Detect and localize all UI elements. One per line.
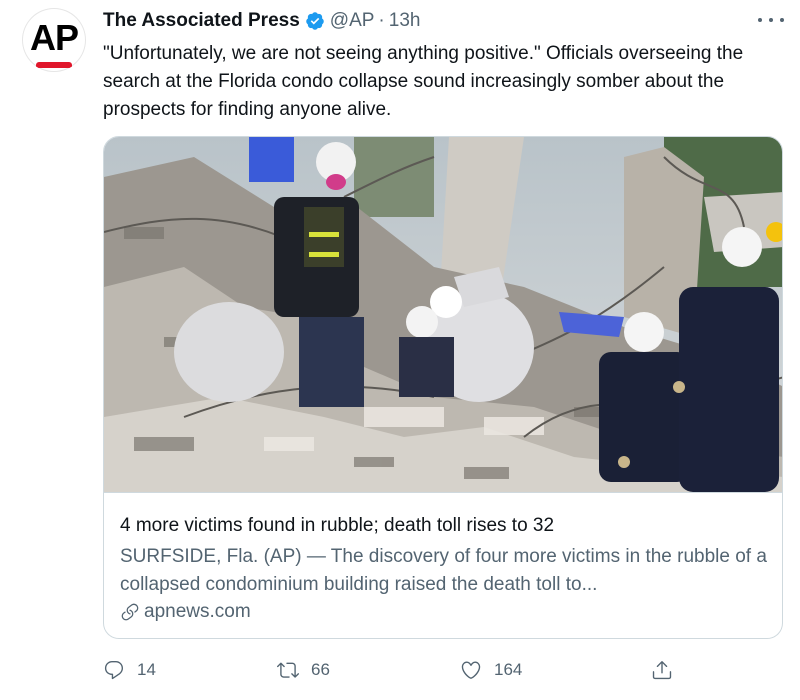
retweet-button[interactable]: 66: [277, 656, 330, 684]
author-avatar[interactable]: AP: [22, 8, 86, 72]
retweet-icon: [277, 662, 299, 678]
like-count: 164: [494, 660, 523, 679]
retweet-count: 66: [311, 660, 330, 679]
ap-logo: AP: [29, 17, 79, 58]
reply-icon: [104, 661, 124, 680]
like-icon: [461, 661, 481, 679]
card-description: SURFSIDE, Fla. (AP) — The discovery of f…: [120, 546, 767, 595]
share-button[interactable]: [651, 656, 685, 684]
reply-count: 14: [137, 660, 156, 679]
display-name[interactable]: The Associated Press: [103, 10, 300, 32]
card-domain-row[interactable]: apnews.com: [120, 599, 251, 625]
card-title[interactable]: 4 more victims found in rubble; death to…: [120, 515, 554, 537]
card-image: [104, 137, 782, 492]
card-domain: apnews.com: [144, 601, 251, 622]
more-options-icon[interactable]: [758, 10, 784, 30]
ap-logo-red-bar: [36, 62, 72, 68]
card-divider: [104, 492, 782, 493]
verified-badge-icon: [306, 12, 324, 30]
tweet-text: "Unfortunately, we are not seeing anythi…: [103, 43, 744, 120]
header-separator: ·: [378, 10, 385, 31]
timestamp[interactable]: 13h: [389, 10, 421, 32]
tweet-header: The Associated Press @AP · 13h: [103, 9, 420, 33]
share-icon: [652, 661, 672, 680]
reply-button[interactable]: 14: [103, 656, 156, 684]
link-icon: [121, 603, 139, 621]
tweet-actions: 14 66 164: [103, 656, 683, 684]
handle[interactable]: @AP: [330, 10, 375, 32]
link-card[interactable]: 4 more victims found in rubble; death to…: [103, 136, 783, 639]
like-button[interactable]: 164: [460, 656, 522, 684]
